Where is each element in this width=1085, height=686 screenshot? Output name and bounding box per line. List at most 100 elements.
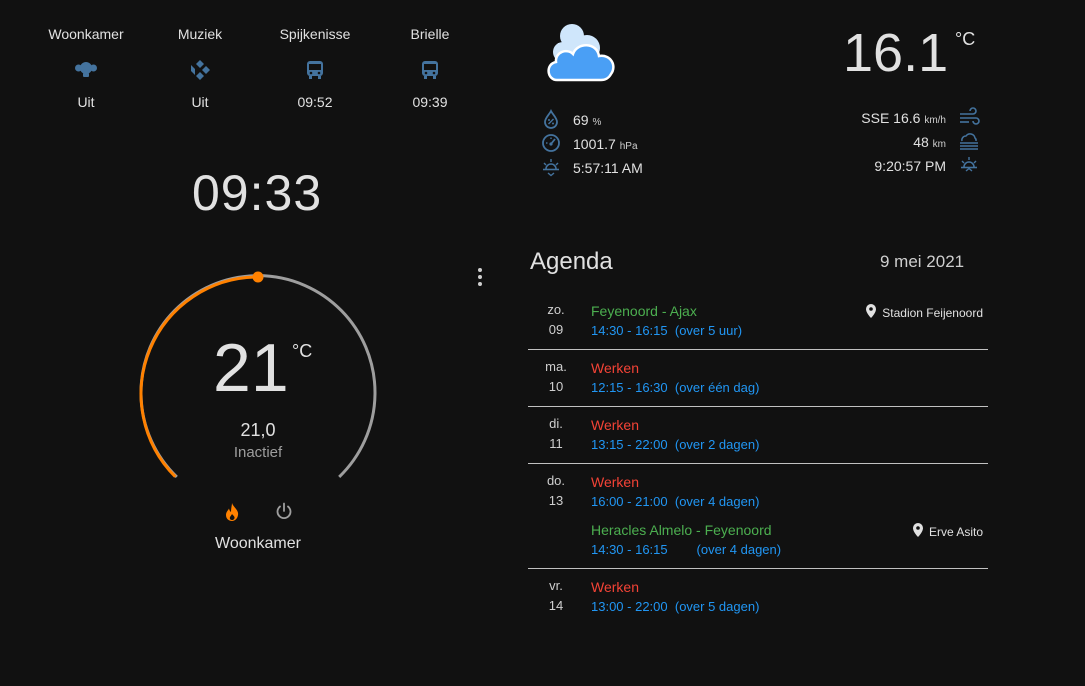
agenda-event[interactable]: Heracles Almelo - Feyenoord 14:30 - 16:1… [591,522,781,557]
more-options-icon[interactable] [477,268,483,286]
agenda-day: zo. 09 [528,302,584,337]
day-number: 14 [548,598,564,613]
day-number: 11 [549,436,563,451]
event-title: Feyenoord - Ajax [591,303,697,319]
visibility-value: 48 [913,134,929,150]
entity-name: Brielle [410,26,450,42]
event-location[interactable]: Stadion Feijenoord [866,304,983,321]
target-temperature: 21 [213,330,289,406]
cloudy-icon [543,18,623,89]
water-percent-icon [541,108,561,132]
sunrise-row: 5:57:11 AM [541,156,643,180]
day-of-week: di. [549,416,563,431]
agenda-date: 9 mei 2021 [880,252,965,271]
day-of-week: vr. [549,578,563,593]
bus-icon [260,58,370,82]
event-location-text: Stadion Feijenoord [882,305,983,320]
gauge-icon [541,133,561,156]
agenda-event[interactable]: Feyenoord - Ajax 14:30 - 16:15 (over 5 u… [591,303,742,338]
weather-temperature-unit: °C [955,29,976,49]
entity-name: Woonkamer [48,26,124,42]
humidity-unit: % [592,117,602,128]
sunset-value: 9:20:57 PM [874,158,946,174]
entity-state: Uit [191,94,209,110]
event-location-text: Erve Asito [928,524,983,539]
wind-row: SSE 16.6 km/h [800,106,980,130]
entity-state: Uit [77,94,95,110]
agenda-day: ma. 10 [528,359,584,394]
agenda-event[interactable]: Werken 13:00 - 22:00 (over 5 dagen) [591,579,759,614]
pressure-row: 1001.7 hPa [541,132,643,156]
event-time: 14:30 - 16:15 [591,542,668,557]
day-of-week: do. [546,473,566,488]
entity-brielle[interactable]: Brielle 09:39 [375,26,485,110]
event-location[interactable]: Erve Asito [912,523,983,540]
event-title: Werken [591,579,639,595]
event-relative-time: (over 4 dagen) [696,542,782,557]
day-number: 09 [548,322,564,337]
map-marker-icon [866,304,877,321]
event-time: 16:00 - 21:00 [591,494,668,509]
agenda-event[interactable]: Werken 13:15 - 22:00 (over 2 dagen) [591,417,759,452]
agenda-separator [528,406,988,407]
target-temperature-unit: °C [292,341,313,361]
weather-temperature: 16.1 [843,23,949,83]
bus-icon [375,58,485,82]
event-relative-time: (over 5 dagen) [674,599,760,614]
thermostat-name: Woonkamer [215,535,301,552]
weather-attributes-left: 69 % 1001.7 hPa 5:57:11 AM [541,108,643,180]
sunrise-icon [541,157,561,180]
agenda-day: di. 11 [528,416,584,451]
hvac-status: Inactief [233,444,283,461]
event-time: 14:30 - 16:15 [591,323,668,338]
agenda-separator [528,568,988,569]
clock: 09:33 [192,165,323,221]
power-off-icon[interactable] [272,499,296,523]
entity-spijkenisse[interactable]: Spijkenisse 09:52 [260,26,370,110]
agenda-separator [528,463,988,464]
sunset-row: 9:20:57 PM [800,154,980,178]
event-time: 12:15 - 16:30 [591,380,668,395]
wind-unit: km/h [924,115,946,126]
event-relative-time: (over 2 dagen) [674,437,760,452]
visibility-unit: km [932,139,946,150]
entity-name: Spijkenisse [279,26,351,42]
event-relative-time: (over 5 uur) [674,323,743,338]
light-bulb-group-icon [31,58,141,82]
day-number: 13 [548,493,564,508]
current-temperature: 21,0 [240,420,276,440]
entity-state: 09:52 [297,94,333,110]
fog-icon [958,131,980,154]
event-relative-time: (over één dag) [674,380,760,395]
entity-name: Muziek [177,26,223,42]
weather-attributes-right: SSE 16.6 km/h 48 km 9:20:57 PM [800,106,980,178]
sunset-icon [958,155,980,178]
entity-state: 09:39 [412,94,448,110]
pressure-value: 1001.7 [573,136,616,152]
map-marker-icon [912,523,923,540]
agenda-day: vr. 14 [528,578,584,613]
day-of-week: ma. [545,359,567,374]
entity-woonkamer[interactable]: Woonkamer Uit [31,26,141,110]
entity-muziek[interactable]: Muziek Uit [145,26,255,110]
agenda-separator [528,349,988,350]
event-title: Werken [591,474,639,490]
sunrise-value: 5:57:11 AM [573,160,643,176]
visibility-row: 48 km [800,130,980,154]
agenda-title: Agenda [530,248,613,275]
dial-handle[interactable] [252,271,264,283]
day-number: 10 [548,379,564,394]
day-of-week: zo. [547,302,565,317]
pressure-unit: hPa [619,141,638,152]
event-time: 13:00 - 22:00 [591,599,668,614]
event-title: Werken [591,417,639,433]
agenda-event[interactable]: Werken 16:00 - 21:00 (over 4 dagen) [591,474,759,509]
wind-icon [958,106,980,130]
heat-mode-icon[interactable] [220,500,244,524]
wind-value: SSE 16.6 [861,110,921,126]
event-title: Werken [591,360,639,376]
event-time: 13:15 - 22:00 [591,437,668,452]
agenda-day: do. 13 [528,473,584,508]
humidity-row: 69 % [541,108,643,132]
agenda-event[interactable]: Werken 12:15 - 16:30 (over één dag) [591,360,759,395]
